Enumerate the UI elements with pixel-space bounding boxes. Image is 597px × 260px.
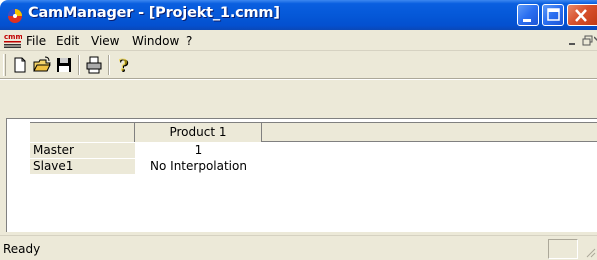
mdi-minimize-icon[interactable] — [568, 36, 578, 46]
save-disk-icon[interactable] — [54, 55, 74, 75]
toolbar-separator — [78, 55, 80, 75]
minimize-button[interactable] — [517, 4, 539, 26]
print-icon[interactable] — [84, 55, 104, 75]
svg-text:?: ? — [118, 56, 128, 75]
new-file-icon[interactable] — [10, 55, 30, 75]
close-button[interactable] — [567, 4, 597, 26]
status-text: Ready — [3, 242, 41, 256]
maximize-button[interactable] — [542, 4, 564, 26]
help-icon[interactable]: ? ? — [114, 55, 134, 75]
menu-help[interactable]: ? — [186, 34, 192, 48]
menu-window[interactable]: Window — [132, 34, 179, 48]
menu-edit[interactable]: Edit — [56, 34, 79, 48]
menu-bar: cmm File Edit View Window ? — [0, 30, 597, 51]
resize-grip-icon[interactable] — [584, 246, 596, 258]
table-row[interactable]: Master 1 — [30, 143, 597, 158]
minimize-icon — [523, 19, 531, 22]
maximize-icon — [547, 8, 560, 21]
menu-view[interactable]: View — [91, 34, 119, 48]
row-header-master[interactable]: Master — [30, 143, 135, 158]
cell-slave1-value[interactable]: No Interpolation — [135, 159, 262, 174]
toolbar-grip[interactable] — [3, 54, 6, 76]
menu-file[interactable]: File — [26, 34, 46, 48]
cell-master-value[interactable]: 1 — [135, 143, 262, 158]
mdi-restore-icon[interactable] — [582, 35, 594, 46]
table-row[interactable]: Slave1 No Interpolation — [30, 159, 597, 174]
toolbar: ? ? — [0, 51, 597, 79]
row-header-slave1[interactable]: Slave1 — [30, 159, 135, 174]
title-bar[interactable]: CamManager - [Projekt_1.cmm] — [0, 0, 597, 30]
column-header-product[interactable]: Product 1 — [135, 123, 262, 142]
close-icon — [575, 9, 587, 22]
svg-text:cmm: cmm — [4, 33, 22, 41]
cmm-document-icon[interactable]: cmm — [4, 32, 22, 48]
grid-corner-cell[interactable] — [30, 123, 135, 142]
toolbar-separator — [108, 55, 110, 75]
status-bar: Ready — [0, 235, 597, 260]
window-title: CamManager - [Projekt_1.cmm] — [28, 5, 280, 21]
grid-header: Product 1 — [30, 122, 597, 142]
open-folder-icon[interactable] — [32, 55, 52, 75]
status-panel — [548, 239, 578, 259]
cammanager-app-icon — [8, 9, 22, 23]
